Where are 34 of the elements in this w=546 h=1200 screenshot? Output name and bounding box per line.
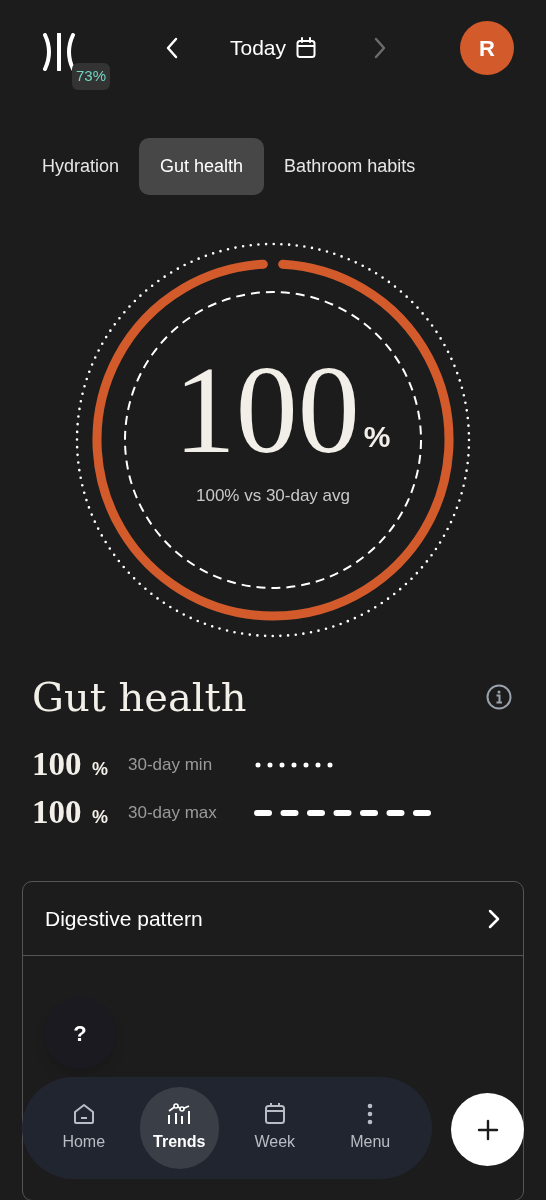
nav-tab[interactable]: Week (235, 1087, 315, 1169)
stat-label: 30-day min (128, 754, 214, 777)
stat-unit: % (92, 805, 109, 829)
chevron-left-icon (165, 37, 179, 59)
logo-icon (42, 33, 76, 71)
stat-label: 30-day max (128, 802, 218, 825)
calendar-icon (263, 1102, 286, 1126)
more-icon (366, 1102, 375, 1126)
stat-unit: % (92, 757, 109, 781)
gauge-value: 100 (173, 349, 360, 473)
help-button[interactable]: ? (44, 997, 116, 1069)
stat-value: 100 (32, 745, 83, 785)
plus-icon (476, 1118, 499, 1141)
trend-chart-icon (166, 1102, 193, 1126)
section-title: Gut health (32, 673, 247, 722)
stat-value: 100 (32, 793, 83, 833)
chevron-right-icon (487, 908, 501, 929)
category-tab[interactable]: Hydration (30, 138, 132, 195)
nav-tab[interactable]: Menu (330, 1087, 410, 1169)
score-badge: 73% (72, 63, 111, 90)
info-icon (486, 684, 512, 710)
info-button[interactable] (486, 684, 512, 710)
nav-tab[interactable]: Home (44, 1087, 124, 1169)
category-tab[interactable]: Bathroom habits (272, 138, 428, 195)
digestive-pattern-link[interactable]: Digestive pattern (23, 882, 523, 956)
profile-avatar[interactable]: R (460, 21, 514, 75)
gauge-unit: % (363, 419, 391, 455)
chevron-right-icon (373, 37, 388, 59)
home-icon (71, 1102, 96, 1126)
calendar-icon (296, 37, 317, 59)
category-tab[interactable]: Gut health (139, 138, 265, 195)
nav-tab[interactable]: Trends (139, 1087, 219, 1169)
gauge-caption: 100% vs 30-day avg (195, 485, 350, 507)
date-picker-button[interactable]: Today (230, 32, 317, 64)
